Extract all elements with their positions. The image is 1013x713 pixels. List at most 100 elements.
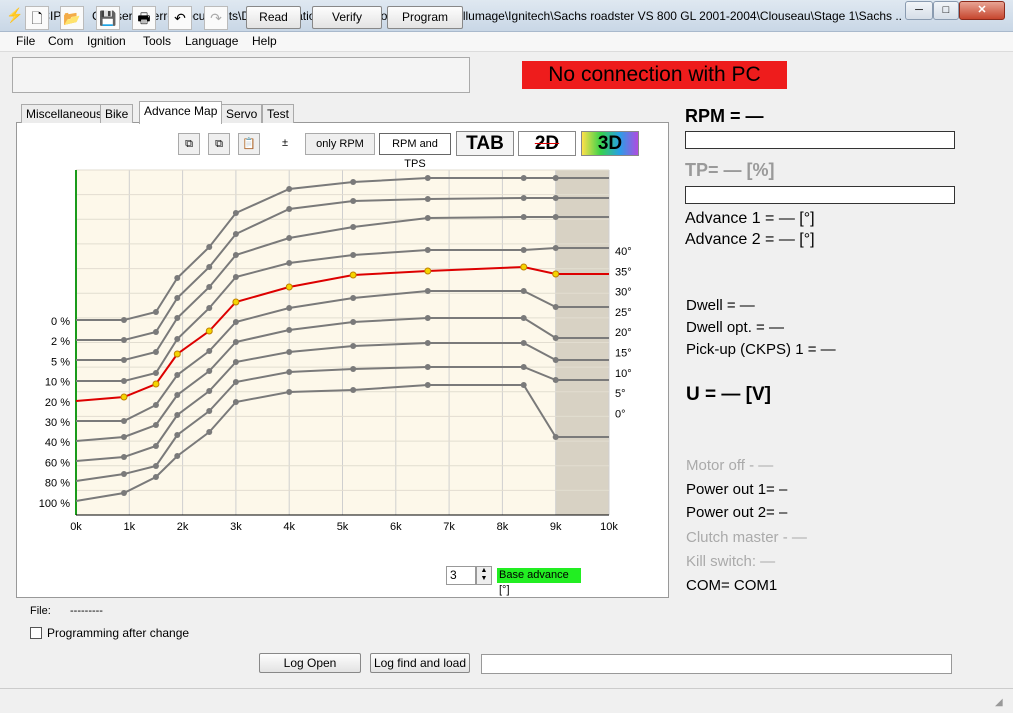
curve-point	[350, 224, 357, 230]
advance-map-chart[interactable]: 0k 1k 2k 3k 4k 5k 6k 7k 8k 9k 10k 40° 35° 30° 25° 20° 15…	[16, 160, 656, 540]
2d-view-button[interactable]: 2D	[518, 131, 576, 156]
x-tick-label: 1k	[123, 521, 135, 533]
voltage-readout: U = — [V]	[686, 384, 771, 405]
curve-point	[206, 264, 213, 270]
curve-point	[206, 244, 213, 250]
curve-point	[206, 429, 213, 435]
curve-point	[173, 350, 181, 358]
save-icon[interactable]: 💾	[96, 6, 120, 30]
curve-point	[232, 319, 239, 325]
curve-point	[120, 393, 128, 401]
app-icon: ⚡	[6, 7, 24, 23]
curve-point	[520, 175, 527, 181]
read-button[interactable]: Read	[246, 6, 301, 29]
curve-point	[552, 245, 559, 251]
x-tick-label: 4k	[283, 521, 295, 533]
x-tick-label: 7k	[443, 521, 455, 533]
copy-all-icon[interactable]: ⧉	[208, 133, 230, 155]
open-folder-icon[interactable]: 📂	[60, 6, 84, 30]
tps-label: 2 %	[51, 336, 70, 348]
y-tick-label: 5°	[615, 388, 626, 400]
tab-miscellaneous[interactable]: Miscellaneous	[21, 104, 108, 123]
curve-point	[552, 357, 559, 363]
curve-point	[120, 378, 127, 384]
curve-point	[350, 198, 357, 204]
curve-point	[424, 215, 431, 221]
only-rpm-button[interactable]: only RPM	[305, 133, 375, 155]
menu-language[interactable]: Language	[185, 34, 238, 48]
menu-file[interactable]: File	[16, 34, 35, 48]
curve-point	[424, 315, 431, 321]
curve-point	[520, 315, 527, 321]
curve-point	[286, 369, 293, 375]
rpm-bar	[685, 131, 955, 149]
curve-point	[152, 422, 159, 428]
y-tick-label: 35°	[615, 266, 632, 278]
menu-help[interactable]: Help	[252, 34, 277, 48]
curve-point	[552, 195, 559, 201]
curve-point	[286, 235, 293, 241]
menu-tools[interactable]: Tools	[143, 34, 171, 48]
close-button[interactable]: ✕	[959, 1, 1005, 20]
tab-advance-map[interactable]: Advance Map	[139, 101, 223, 124]
tab-servo[interactable]: Servo	[221, 104, 263, 123]
curve-point	[552, 214, 559, 220]
toolbar	[12, 57, 470, 93]
curve-point	[424, 267, 432, 275]
status-bar	[0, 688, 1013, 713]
y-tick-label: 15°	[615, 348, 632, 360]
paste-icon[interactable]: 📋	[238, 133, 260, 155]
curve-point	[552, 270, 560, 278]
curve-point	[350, 295, 357, 301]
curve-point	[152, 329, 159, 335]
3d-view-button[interactable]: 3D	[581, 131, 639, 156]
curve-point	[424, 382, 431, 388]
curve-point	[552, 304, 559, 310]
verify-button[interactable]: Verify	[312, 6, 382, 29]
adjust-icon[interactable]: ±	[274, 133, 296, 155]
curve-point	[349, 271, 357, 279]
curve-point	[152, 463, 159, 469]
curve-point	[120, 418, 127, 424]
redo-icon[interactable]: ↷	[204, 6, 228, 30]
tab-bike[interactable]: Bike	[100, 104, 134, 123]
spinner-arrows[interactable]: ▲ ▼	[476, 566, 492, 585]
curve-point	[232, 231, 239, 237]
curve-point	[206, 388, 213, 394]
program-button[interactable]: Program	[387, 6, 463, 29]
programming-after-change-checkbox[interactable]	[30, 627, 42, 639]
curve-point	[232, 274, 239, 280]
rpm-and-tps-button[interactable]: RPM and TPS	[379, 133, 451, 170]
log-find-and-load-button[interactable]: Log find and load	[370, 653, 470, 673]
curve-point	[232, 359, 239, 365]
curve-point	[286, 349, 293, 355]
curve-point	[174, 295, 181, 301]
x-tick-label: 5k	[337, 521, 349, 533]
curve-point	[152, 474, 159, 480]
new-file-icon[interactable]: 🗋	[25, 6, 49, 30]
tab-test[interactable]: Test	[262, 104, 295, 123]
curve-point	[285, 283, 293, 291]
log-open-button[interactable]: Log Open	[259, 653, 361, 673]
tps-label: 40 %	[45, 437, 70, 449]
curve-point	[120, 490, 127, 496]
curve-point	[232, 339, 239, 345]
curve-point	[174, 372, 181, 378]
tab-view-button[interactable]: TAB	[456, 131, 514, 156]
copy-icon[interactable]: ⧉	[178, 133, 200, 155]
menu-ignition[interactable]: Ignition	[87, 34, 126, 48]
print-icon[interactable]: 🖶	[132, 6, 156, 30]
maximize-button[interactable]: □	[933, 1, 959, 20]
clutch-readout: Clutch master - —	[686, 529, 807, 546]
menu-com[interactable]: Com	[48, 34, 73, 48]
base-advance-label: Base advance [°]	[497, 568, 581, 596]
minimize-button[interactable]: ─	[905, 1, 933, 20]
motor-off-readout: Motor off - —	[686, 457, 774, 474]
resize-grip-icon[interactable]: ◢	[995, 697, 1009, 709]
base-advance-input[interactable]: 3	[446, 566, 476, 585]
curve-point	[552, 175, 559, 181]
curve-point	[152, 402, 159, 408]
undo-icon[interactable]: ↶	[168, 6, 192, 30]
tp-bar	[685, 186, 955, 204]
curve-point	[286, 389, 293, 395]
